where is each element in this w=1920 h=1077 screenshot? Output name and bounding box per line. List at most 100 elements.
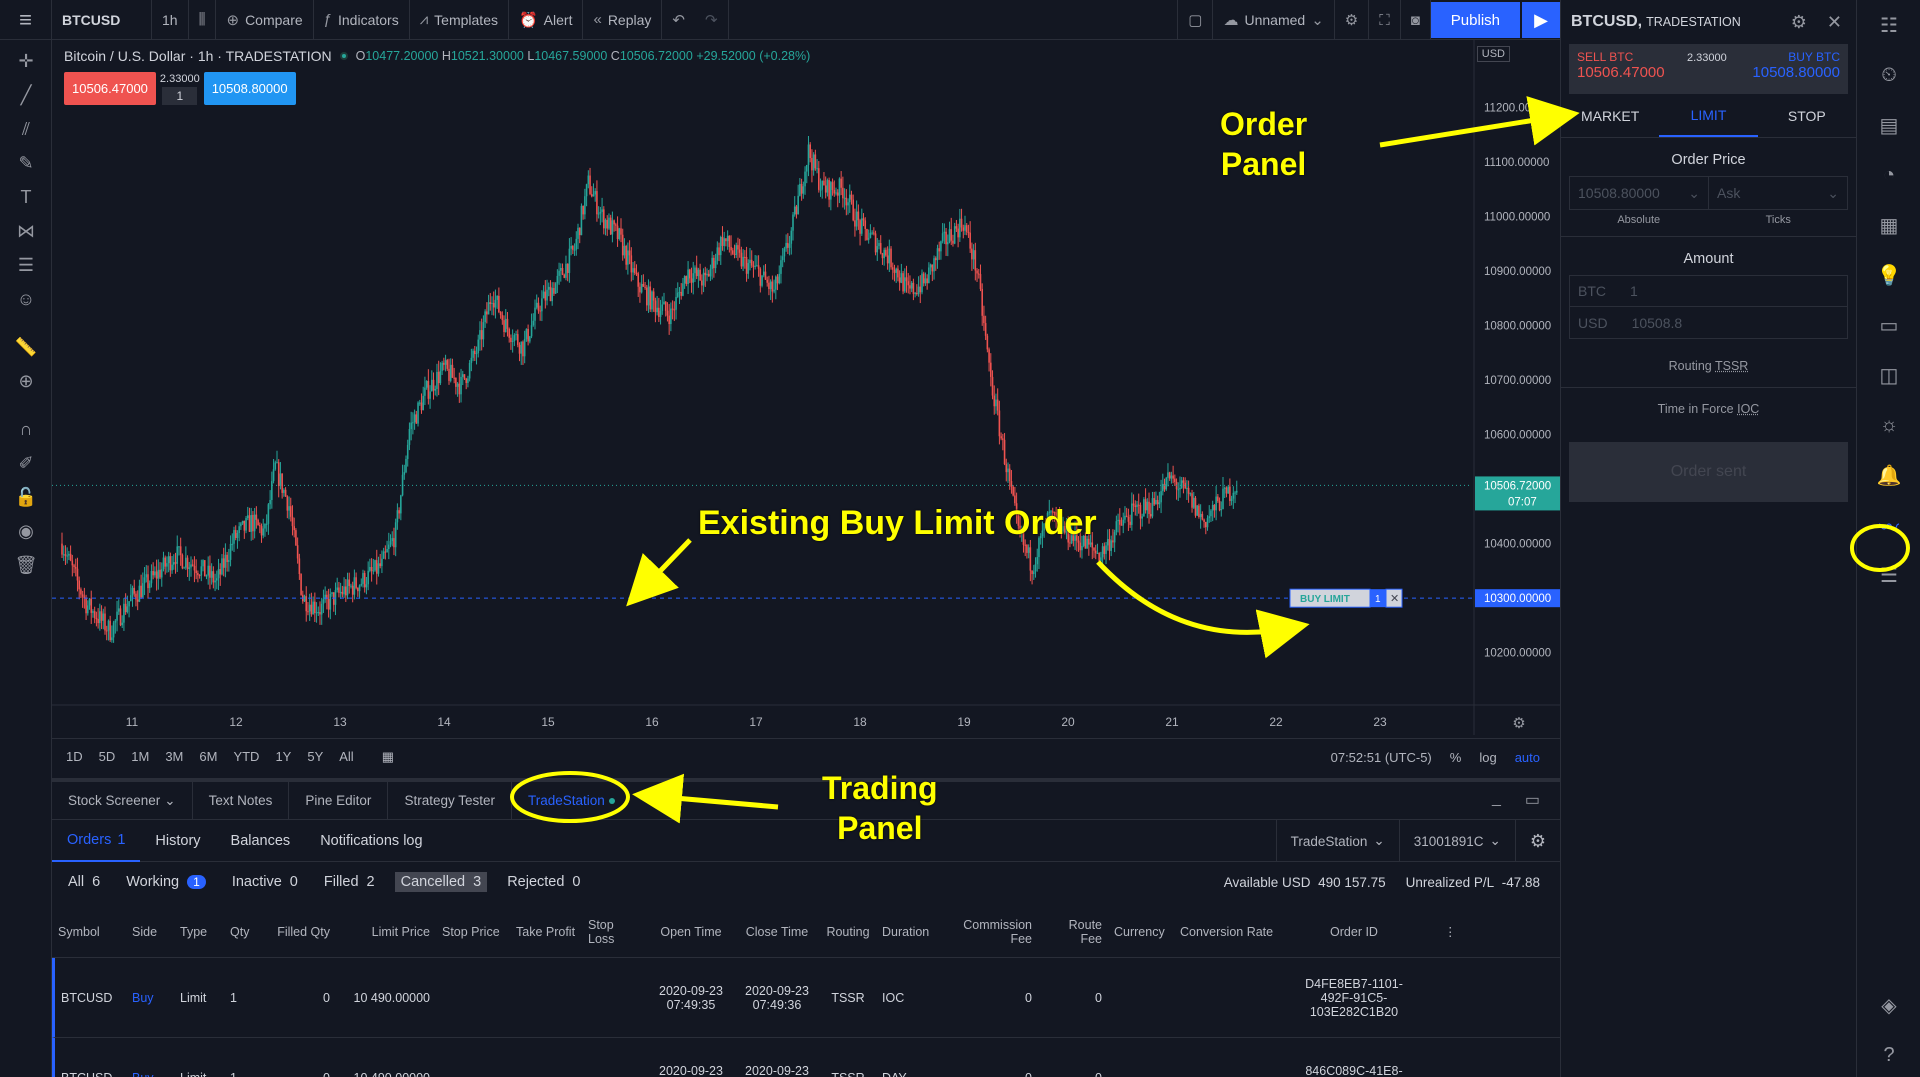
help-icon[interactable]: ? bbox=[1857, 1030, 1920, 1077]
brush-icon[interactable]: ✎ bbox=[0, 146, 52, 180]
btc-amount-input[interactable]: BTC 1 bbox=[1569, 275, 1848, 307]
chart-qty-field[interactable]: 1 bbox=[162, 86, 198, 105]
table-row[interactable]: BTCUSDBuyLimit1010 490.000002020-09-23 0… bbox=[52, 1038, 1560, 1077]
tif-row[interactable]: Time in Force IOC bbox=[1561, 388, 1856, 430]
column-header[interactable]: Take Profit bbox=[510, 925, 582, 939]
templates-button[interactable]: ⩘ Templates bbox=[410, 0, 509, 40]
account-settings-button[interactable]: ⚙ bbox=[1514, 820, 1560, 862]
tab-tradestation[interactable]: TradeStation bbox=[512, 782, 631, 820]
layout-name-button[interactable]: ☁ Unnamed ⌄ bbox=[1213, 0, 1335, 40]
column-header[interactable]: Commission Fee bbox=[940, 918, 1038, 946]
column-header[interactable]: Type bbox=[174, 925, 224, 939]
column-header[interactable]: Stop Price bbox=[436, 925, 510, 939]
log-scale-toggle[interactable]: log bbox=[1479, 750, 1496, 765]
redo-button[interactable]: ↷ bbox=[695, 0, 729, 40]
table-row[interactable]: BTCUSDBuyLimit1010 490.000002020-09-23 0… bbox=[52, 958, 1560, 1038]
lock-pencil-icon[interactable]: ✐ bbox=[0, 446, 52, 480]
candlestick-chart[interactable]: 11200.00000 11100.00000 11000.00000 10900.0… bbox=[52, 40, 1560, 735]
pitchfork-icon[interactable]: ⫽ bbox=[0, 112, 52, 146]
streams-icon[interactable]: ☼ bbox=[1857, 400, 1920, 450]
column-header[interactable]: Limit Price bbox=[336, 925, 436, 939]
pattern-icon[interactable]: ⋈ bbox=[0, 214, 52, 248]
forecast-icon[interactable]: ☰ bbox=[0, 248, 52, 282]
emoji-icon[interactable]: ☺ bbox=[0, 282, 52, 316]
buy-side-button[interactable]: BUY BTC 10508.80000 bbox=[1708, 44, 1848, 94]
filter-working[interactable]: Working 1 bbox=[120, 872, 212, 892]
close-icon[interactable]: ✕ bbox=[1827, 12, 1842, 33]
hotlist-icon[interactable]: ◔ bbox=[1857, 150, 1920, 200]
column-header[interactable]: Qty bbox=[224, 925, 262, 939]
column-header[interactable]: Currency bbox=[1108, 925, 1174, 939]
menu-icon[interactable]: ≡ bbox=[0, 0, 52, 40]
column-header[interactable]: Duration bbox=[876, 925, 940, 939]
alerts-clock-icon[interactable]: ⏲ bbox=[1857, 50, 1920, 100]
usd-amount-input[interactable]: USD 10508.8 bbox=[1569, 307, 1848, 339]
tab-limit[interactable]: LIMIT bbox=[1659, 94, 1758, 137]
column-header[interactable]: Close Time bbox=[734, 925, 820, 939]
chart-buy-button[interactable]: 10508.80000 bbox=[203, 72, 296, 105]
account-select[interactable]: 31001891C ⌄ bbox=[1398, 820, 1515, 862]
subtab-notifications-log[interactable]: Notifications log bbox=[305, 820, 437, 862]
messages-icon[interactable]: ◫ bbox=[1857, 350, 1920, 400]
subtab-history[interactable]: History bbox=[140, 820, 215, 862]
column-header[interactable]: Conversion Rate bbox=[1174, 925, 1284, 939]
trading-panel-icon[interactable]: 〰 bbox=[1857, 500, 1920, 550]
tab-strategy-tester[interactable]: Strategy Tester bbox=[388, 781, 512, 820]
ideas-icon[interactable]: 💡 bbox=[1857, 250, 1920, 300]
tab-stop[interactable]: STOP bbox=[1758, 94, 1856, 137]
layout-select-button[interactable]: ▢ bbox=[1177, 0, 1214, 40]
price-absolute-input[interactable]: 10508.80000 ⌄ bbox=[1570, 177, 1708, 209]
column-header[interactable]: Filled Qty bbox=[262, 925, 336, 939]
notifications-icon[interactable]: 🔔 bbox=[1857, 450, 1920, 500]
alert-button[interactable]: ⏰ Alert bbox=[509, 0, 584, 40]
dom-icon[interactable]: ☰ bbox=[1857, 550, 1920, 600]
range-1d[interactable]: 1D bbox=[66, 749, 83, 764]
currency-tag[interactable]: USD bbox=[1476, 46, 1510, 62]
text-tool-icon[interactable]: T bbox=[0, 180, 52, 214]
column-header[interactable]: Route Fee bbox=[1038, 918, 1108, 946]
tab-stock-screener[interactable]: Stock Screener ⌄ bbox=[52, 781, 193, 820]
range-5y[interactable]: 5Y bbox=[307, 749, 323, 764]
replay-button[interactable]: « Replay bbox=[583, 0, 663, 40]
range-1m[interactable]: 1M bbox=[131, 749, 149, 764]
chat-icon[interactable]: ▭ bbox=[1857, 300, 1920, 350]
broker-select[interactable]: TradeStation ⌄ bbox=[1275, 820, 1399, 862]
magnet-icon[interactable]: ∩ bbox=[0, 412, 52, 446]
chart-area[interactable]: 11200.00000 11100.00000 11000.00000 10900.0… bbox=[52, 40, 1560, 735]
trash-icon[interactable]: 🗑 bbox=[0, 548, 52, 582]
column-header[interactable]: Routing bbox=[820, 925, 876, 939]
clock[interactable]: 07:52:51 (UTC-5) bbox=[1331, 750, 1432, 765]
crosshair-icon[interactable]: ✛ bbox=[0, 44, 52, 78]
subtab-balances[interactable]: Balances bbox=[216, 820, 306, 862]
minimize-icon[interactable]: _ bbox=[1492, 790, 1501, 810]
filter-rejected[interactable]: Rejected 0 bbox=[501, 872, 586, 892]
filter-filled[interactable]: Filled 2 bbox=[318, 872, 381, 892]
undo-button[interactable]: ↶ bbox=[662, 0, 695, 40]
settings-button[interactable]: ⚙ bbox=[1335, 0, 1370, 40]
range-1y[interactable]: 1Y bbox=[275, 749, 291, 764]
tab-pine-editor[interactable]: Pine Editor bbox=[289, 781, 389, 820]
ruler-icon[interactable]: 📏 bbox=[0, 330, 52, 364]
watchlist-icon[interactable]: ☷ bbox=[1857, 0, 1920, 50]
range-ytd[interactable]: YTD bbox=[233, 749, 259, 764]
filter-inactive[interactable]: Inactive 0 bbox=[226, 872, 304, 892]
subtab-orders[interactable]: Orders 1 bbox=[52, 820, 141, 862]
auto-scale-toggle[interactable]: auto bbox=[1515, 750, 1540, 765]
fullscreen-button[interactable]: ⛶ bbox=[1369, 0, 1401, 40]
column-header[interactable]: Stop Loss bbox=[582, 918, 648, 946]
lock-icon[interactable]: 🔓 bbox=[0, 480, 52, 514]
snapshot-button[interactable]: ◙ bbox=[1401, 0, 1431, 40]
publish-play-button[interactable]: ▶ bbox=[1522, 2, 1560, 38]
interval-button[interactable]: 1h bbox=[152, 0, 189, 40]
symbol-search-button[interactable]: BTCUSD bbox=[52, 0, 152, 40]
range-6m[interactable]: 6M bbox=[199, 749, 217, 764]
tab-market[interactable]: MARKET bbox=[1561, 94, 1659, 137]
zoom-in-icon[interactable]: ⊕ bbox=[0, 364, 52, 398]
range-all[interactable]: All bbox=[339, 749, 353, 764]
column-header[interactable]: Open Time bbox=[648, 925, 734, 939]
maximize-icon[interactable]: ▭ bbox=[1525, 790, 1540, 810]
routing-row[interactable]: Routing TSSR bbox=[1561, 339, 1856, 388]
layers-icon[interactable]: ◈ bbox=[1857, 980, 1920, 1030]
price-ticks-select[interactable]: Ask ⌄ bbox=[1708, 177, 1847, 209]
tab-text-notes[interactable]: Text Notes bbox=[193, 781, 290, 820]
